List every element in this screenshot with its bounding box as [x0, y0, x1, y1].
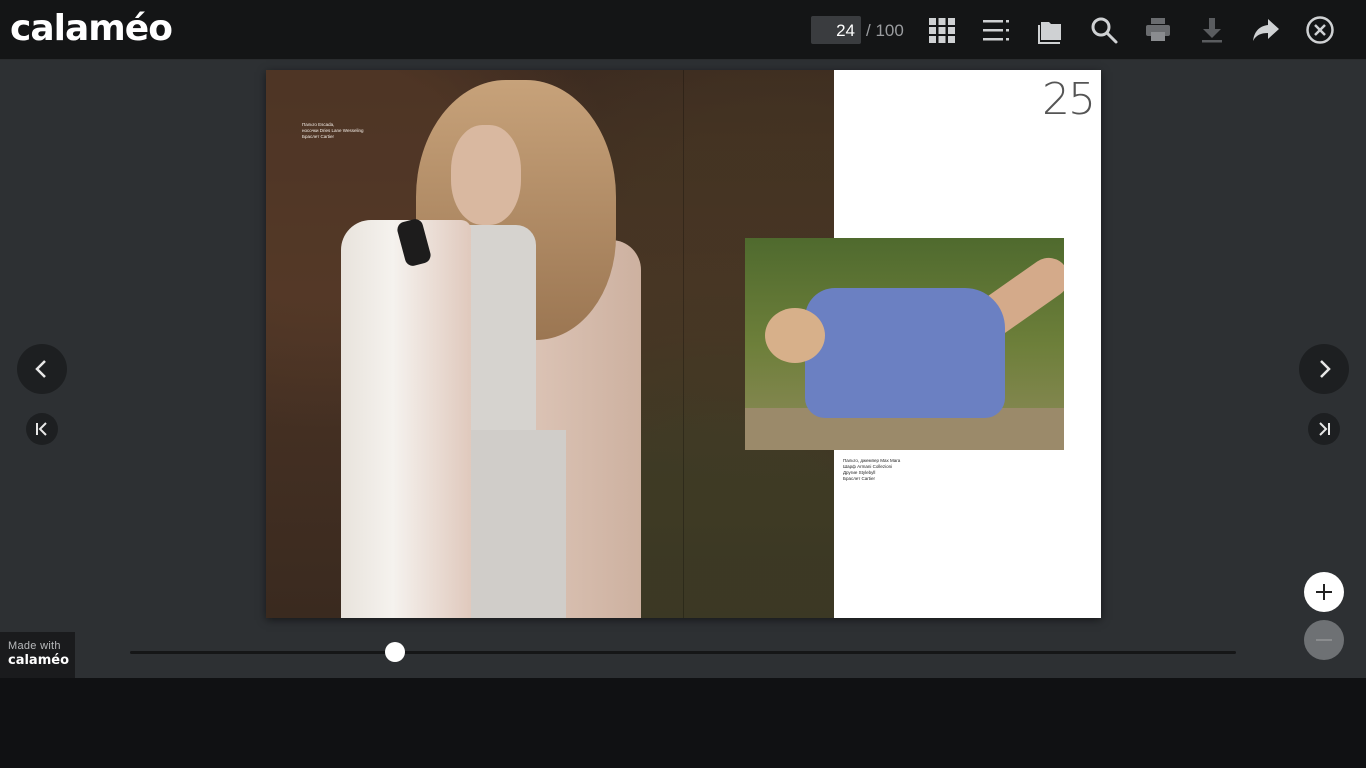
table-of-contents-icon[interactable]: [980, 14, 1012, 46]
plus-icon: [1316, 584, 1332, 600]
print-icon[interactable]: [1142, 14, 1174, 46]
made-with-calameo-badge[interactable]: Made with calaméo: [0, 632, 75, 678]
zoom-in-button[interactable]: [1304, 572, 1344, 612]
model-face: [451, 125, 521, 225]
chevron-right-icon: [1320, 360, 1331, 378]
calameo-logo[interactable]: calaméo: [10, 8, 173, 49]
caption-right: Пальто, джемпер Max Mara Шарф Armani Col…: [843, 458, 901, 481]
page-number-label: 25: [1042, 74, 1096, 125]
first-page-button[interactable]: [26, 413, 58, 445]
made-with-label: Made with: [8, 640, 61, 652]
previous-page-button[interactable]: [17, 344, 67, 394]
share-icon[interactable]: [1250, 14, 1282, 46]
model-head: [765, 308, 825, 363]
zoom-out-button[interactable]: [1304, 620, 1344, 660]
next-page-button[interactable]: [1299, 344, 1349, 394]
page-number-input[interactable]: 24: [811, 16, 861, 44]
page-spread[interactable]: Пальто Escada, носочки Dries Lane Wessel…: [266, 70, 1101, 618]
minus-icon: [1316, 639, 1332, 641]
page-slider-track[interactable]: [130, 651, 1236, 654]
download-icon[interactable]: [1196, 14, 1228, 46]
model-blue-coat: [805, 288, 1005, 418]
page-fold: [683, 70, 684, 618]
first-page-icon: [36, 422, 47, 436]
search-icon[interactable]: [1088, 14, 1120, 46]
close-icon[interactable]: [1304, 14, 1336, 46]
right-page-photo: [745, 238, 1064, 450]
model-coat-left: [341, 220, 471, 618]
caption-left: Пальто Escada, носочки Dries Lane Wessel…: [302, 122, 364, 139]
grid-view-icon[interactable]: [926, 14, 958, 46]
made-with-brand: calaméo: [8, 653, 70, 668]
top-toolbar: calaméo 24 / 100: [0, 0, 1366, 60]
page-total-label: / 100: [866, 21, 904, 40]
last-page-button[interactable]: [1308, 413, 1340, 445]
library-icon[interactable]: [1034, 14, 1066, 46]
last-page-icon: [1319, 422, 1330, 436]
chevron-left-icon: [35, 360, 46, 378]
reader-stage: Пальто Escada, носочки Dries Lane Wessel…: [0, 60, 1366, 678]
